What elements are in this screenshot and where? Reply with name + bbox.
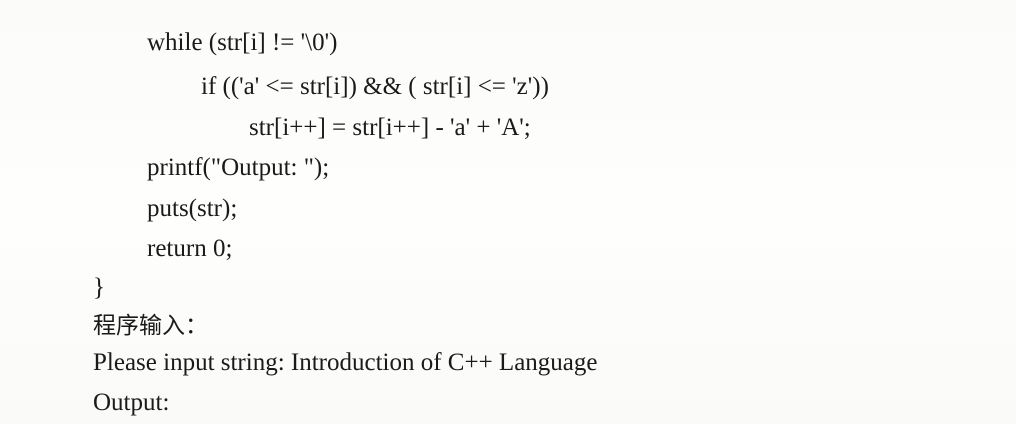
program-output-line: Output:: [93, 389, 170, 416]
code-line-puts: puts(str);: [147, 195, 238, 222]
code-line-while: while (str[i] != '\0'): [147, 29, 338, 56]
document-page: while (str[i] != '\0') if (('a' <= str[i…: [0, 0, 1016, 424]
code-line-return: return 0;: [147, 235, 233, 262]
code-line-assignment: str[i++] = str[i++] - 'a' + 'A';: [249, 114, 531, 141]
code-line-if: if (('a' <= str[i]) && ( str[i] <= 'z')): [201, 73, 549, 100]
program-input-heading: 程序输入：: [93, 313, 208, 338]
code-line-closing-brace: }: [93, 274, 105, 301]
program-input-line: Please input string: Introduction of C++…: [93, 349, 598, 376]
code-line-printf: printf("Output: ");: [147, 154, 330, 181]
